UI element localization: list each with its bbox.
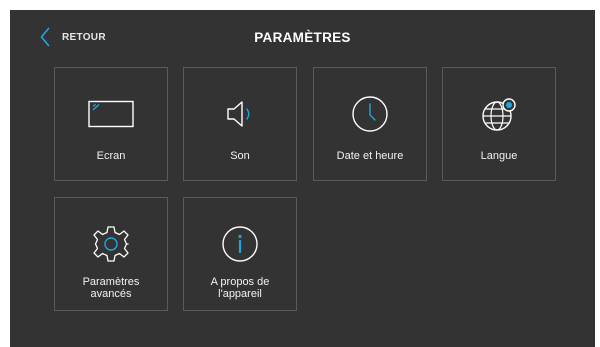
tile-label: Ecran bbox=[96, 150, 126, 162]
info-icon bbox=[184, 224, 296, 264]
tile-label-line: A propos de bbox=[210, 276, 270, 288]
screen-icon bbox=[55, 94, 167, 134]
tile-advanced-settings[interactable]: Paramètres avancés bbox=[54, 197, 168, 311]
gear-icon bbox=[55, 224, 167, 264]
tile-label-line: avancés bbox=[90, 288, 132, 300]
tile-about-device[interactable]: A propos de l'appareil bbox=[183, 197, 297, 311]
tile-language[interactable]: Langue bbox=[442, 67, 556, 181]
clock-icon bbox=[314, 94, 426, 134]
speaker-icon bbox=[184, 94, 296, 134]
page-title: PARAMÈTRES bbox=[254, 30, 351, 45]
tile-label: Son bbox=[230, 150, 250, 162]
tile-label-line: Paramètres bbox=[82, 276, 140, 288]
tile-date-time[interactable]: Date et heure bbox=[313, 67, 427, 181]
tile-sound[interactable]: Son bbox=[183, 67, 297, 181]
settings-screen: RETOUR PARAMÈTRES Ecran Son Date et heur… bbox=[10, 10, 595, 347]
tile-screen[interactable]: Ecran bbox=[54, 67, 168, 181]
tile-label: Date et heure bbox=[336, 150, 404, 162]
tile-label-line: l'appareil bbox=[218, 288, 262, 300]
globe-icon bbox=[443, 94, 555, 134]
tile-label: Langue bbox=[480, 150, 518, 162]
tile-label: Paramètres avancés bbox=[55, 276, 167, 300]
tile-label: A propos de l'appareil bbox=[184, 276, 296, 300]
